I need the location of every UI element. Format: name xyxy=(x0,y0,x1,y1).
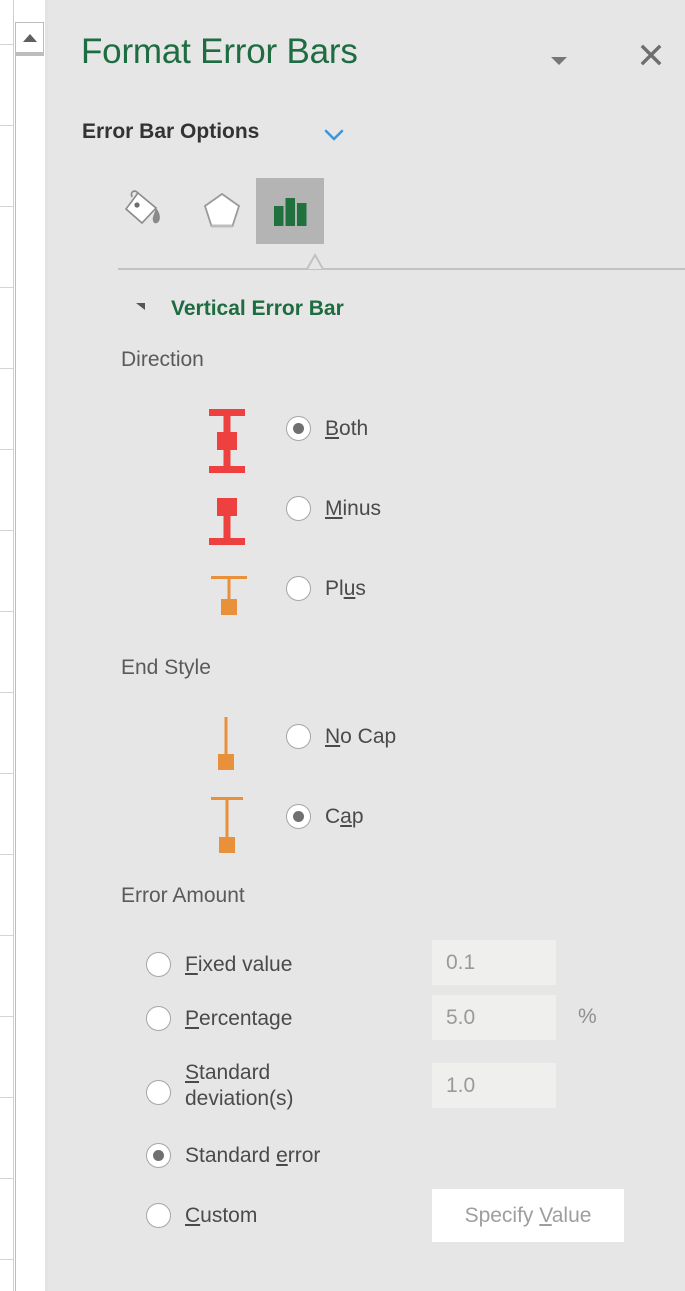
format-error-bars-pane: Format Error Bars Error Bar Options Vert… xyxy=(48,0,685,1291)
section-collapse-arrow[interactable] xyxy=(136,303,145,310)
close-icon xyxy=(640,44,662,66)
direction-group-label: Direction xyxy=(121,348,204,371)
radio-indicator xyxy=(286,416,311,441)
radio-label: Percentage xyxy=(185,1007,293,1030)
radio-label: Minus xyxy=(325,497,382,520)
percentage-input[interactable] xyxy=(432,995,556,1040)
radio-end-style-cap[interactable]: Cap xyxy=(286,804,364,829)
radio-indicator xyxy=(146,1006,171,1031)
section-title: Vertical Error Bar xyxy=(171,297,344,320)
page-title: Format Error Bars xyxy=(81,32,358,71)
radio-label: Custom xyxy=(185,1204,258,1227)
radio-indicator xyxy=(146,1143,171,1168)
radio-label: Fixed value xyxy=(185,953,293,976)
radio-error-amount-custom[interactable]: Custom xyxy=(146,1203,257,1228)
chevron-down-icon xyxy=(324,129,344,141)
radio-error-amount-standard-deviation[interactable]: Standard deviation(s) xyxy=(146,1060,335,1112)
percent-suffix-label: % xyxy=(578,1005,597,1028)
tab-fill-and-line[interactable] xyxy=(108,178,176,244)
worksheet-grid xyxy=(0,0,14,1291)
close-button[interactable] xyxy=(636,40,666,70)
section-expand-button[interactable] xyxy=(321,124,347,146)
radio-indicator xyxy=(286,724,311,749)
radio-indicator xyxy=(146,1203,171,1228)
radio-direction-both[interactable]: Both xyxy=(286,416,368,441)
scroll-up-button[interactable] xyxy=(15,22,44,53)
chevron-down-icon xyxy=(551,57,567,65)
both-error-bar-preview xyxy=(203,405,251,482)
bar-chart-icon xyxy=(274,198,307,226)
cap-preview xyxy=(208,793,250,860)
radio-direction-minus[interactable]: Minus xyxy=(286,496,381,521)
pentagon-icon xyxy=(203,192,241,228)
radio-error-amount-fixed-value[interactable]: Fixed value xyxy=(146,952,292,977)
radio-label: Plus xyxy=(325,577,366,600)
specify-value-button[interactable]: Specify Value xyxy=(432,1189,624,1242)
radio-direction-plus[interactable]: Plus xyxy=(286,576,366,601)
radio-label: Cap xyxy=(325,805,364,828)
error-bar-options-header[interactable]: Error Bar Options xyxy=(82,120,259,144)
radio-indicator xyxy=(146,1080,171,1105)
no-cap-preview xyxy=(213,714,251,777)
fixed-value-input[interactable] xyxy=(432,940,556,985)
excel-format-error-bars-screen: Format Error Bars Error Bar Options Vert… xyxy=(0,0,685,1291)
plus-error-bar-preview xyxy=(208,572,250,625)
tab-divider xyxy=(118,268,685,270)
error-amount-group-label: Error Amount xyxy=(121,884,245,907)
radio-end-style-no-cap[interactable]: No Cap xyxy=(286,724,396,749)
worksheet-column-border xyxy=(13,0,14,1291)
tab-error-bar-options[interactable] xyxy=(256,178,324,244)
radio-label: Standard deviation(s) xyxy=(185,1061,294,1110)
triangle-up-icon xyxy=(22,33,37,42)
radio-indicator xyxy=(286,496,311,521)
specify-value-label: Specify Value xyxy=(464,1203,592,1227)
vertical-scrollbar[interactable] xyxy=(15,22,46,1291)
tab-effects[interactable] xyxy=(188,178,256,244)
minus-error-bar-preview xyxy=(203,495,251,558)
end-style-group-label: End Style xyxy=(121,656,211,679)
radio-indicator xyxy=(146,952,171,977)
radio-label: Standard error xyxy=(185,1144,321,1167)
pane-options-button[interactable] xyxy=(546,48,572,74)
radio-label: No Cap xyxy=(325,725,397,748)
radio-error-amount-percentage[interactable]: Percentage xyxy=(146,1006,292,1031)
radio-error-amount-standard-error[interactable]: Standard error xyxy=(146,1143,320,1168)
pane-tab-strip xyxy=(72,178,672,248)
scrollbar-divider xyxy=(15,53,44,56)
standard-deviation-input[interactable] xyxy=(432,1063,556,1108)
radio-indicator xyxy=(286,804,311,829)
selected-tab-indicator xyxy=(285,252,345,270)
radio-indicator xyxy=(286,576,311,601)
radio-label: Both xyxy=(325,417,369,440)
paint-bucket-icon xyxy=(124,190,160,225)
